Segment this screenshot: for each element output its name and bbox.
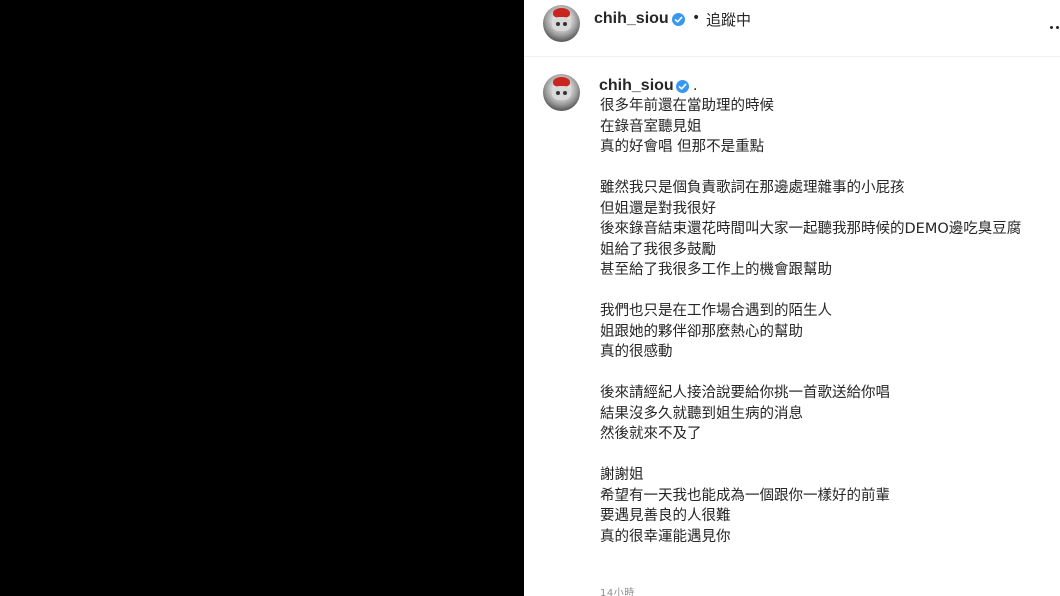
caption-line: 結果沒多久就聽到姐生病的消息 xyxy=(600,405,803,422)
post-header: chih_siou • 追蹤中 xyxy=(524,0,1060,57)
caption-line: 真的很幸運能遇見你 xyxy=(600,528,731,545)
caption-line: 我們也只是在工作場合遇到的陌生人 xyxy=(600,303,832,319)
separator-dot: • xyxy=(692,10,701,26)
avatar[interactable] xyxy=(543,5,580,42)
caption-line: 後來錄音結束還花時間叫大家一起聽我那時候的DEMO邊吃臭豆腐 xyxy=(600,221,1022,237)
caption-line: 然後就來不及了 xyxy=(600,426,702,442)
post-timestamp[interactable]: 14小時 xyxy=(600,584,635,596)
caption-line: 希望有一天我也能成為一個跟你一樣好的前輩 xyxy=(600,487,890,504)
caption-line: 姐跟她的夥伴卻那麼熱心的幫助 xyxy=(600,323,803,340)
caption-trailing-dot: . xyxy=(693,78,698,94)
more-options-icon[interactable] xyxy=(1048,18,1060,38)
caption-line: 姐給了我很多鼓勵 xyxy=(600,241,716,258)
caption-line: 雖然我只是個負責歌詞在那邊處理雜事的小屁孩 xyxy=(600,180,905,196)
caption-line: 很多年前還在當助理的時候 xyxy=(600,98,774,114)
caption-username[interactable]: chih_siou xyxy=(599,77,674,95)
caption-line: 但姐還是對我很好 xyxy=(600,200,716,217)
caption-line: 甚至給了我很多工作上的機會跟幫助 xyxy=(600,262,832,278)
caption-line: 後來請經紀人接洽說要給你挑一首歌送給你唱 xyxy=(600,385,890,401)
caption-line: 真的很感動 xyxy=(600,344,673,360)
caption-line: 真的好會唱 但那不是重點 xyxy=(600,139,765,155)
post-media[interactable] xyxy=(0,0,524,596)
caption-avatar[interactable] xyxy=(543,74,580,111)
following-button[interactable]: 追蹤中 xyxy=(706,9,751,30)
caption-line: 在錄音室聽見姐 xyxy=(600,118,702,135)
header-username[interactable]: chih_siou xyxy=(594,10,669,28)
post-side-panel: chih_siou • 追蹤中 chih_siou . 很多年前還在當助理的時候… xyxy=(524,0,1060,596)
caption-line: 謝謝姐 xyxy=(600,467,644,483)
post-caption: 很多年前還在當助理的時候 在錄音室聽見姐真的好會唱 但那不是重點雖然我只是個負責歌… xyxy=(600,96,1050,547)
verified-badge-icon xyxy=(676,80,689,93)
verified-badge-icon xyxy=(672,13,685,26)
caption-line: 要遇見善良的人很難 xyxy=(600,508,731,524)
